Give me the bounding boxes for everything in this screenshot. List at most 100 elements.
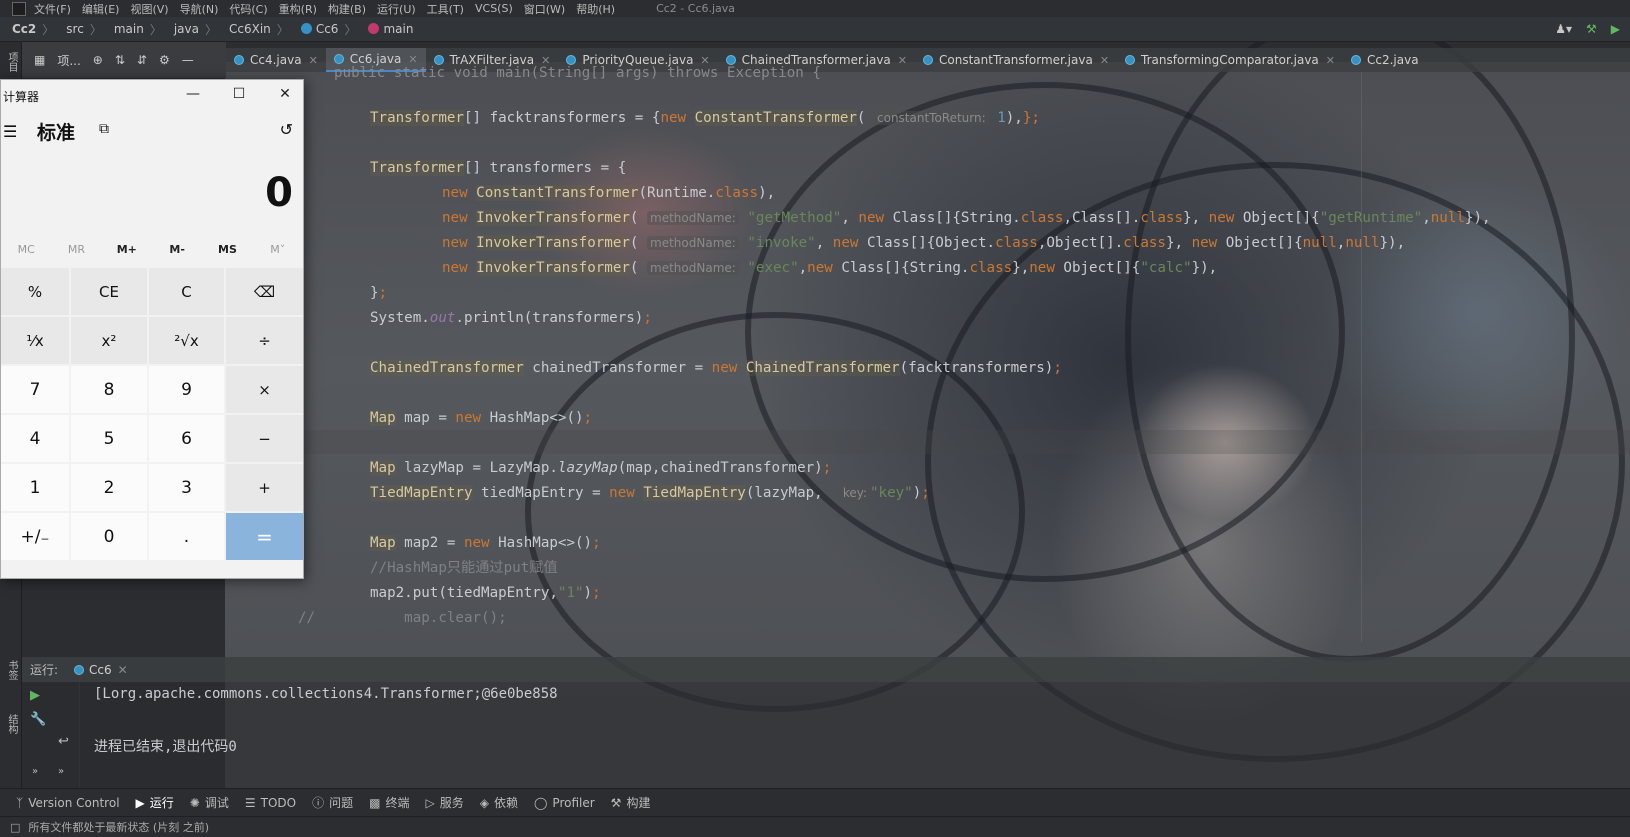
- menu-navigate[interactable]: 导航(N): [180, 1, 219, 17]
- build-tool-tab[interactable]: ⚒ 构建: [611, 794, 651, 811]
- decimal-button[interactable]: .: [149, 513, 224, 560]
- project-panel-label[interactable]: 项...: [57, 52, 80, 69]
- reciprocal-button[interactable]: ¹⁄x: [1, 317, 69, 364]
- soft-wrap-icon[interactable]: ↩: [58, 734, 69, 749]
- debug-tool-tab[interactable]: ✺ 调试: [190, 794, 229, 811]
- memory-add-button[interactable]: M+: [102, 243, 152, 256]
- clear-entry-button[interactable]: CE: [71, 268, 147, 315]
- run-tool-tab[interactable]: ▶ 运行: [136, 794, 174, 811]
- breadcrumb-method[interactable]: main: [368, 22, 413, 36]
- code-editor[interactable]: public static void main(String[] args) t…: [226, 65, 1630, 657]
- calculator-display: 0: [265, 170, 293, 216]
- digit-3-button[interactable]: 3: [149, 464, 224, 511]
- hammer-build-icon[interactable]: ⚒: [1586, 22, 1597, 36]
- profiler-tool-tab[interactable]: ◯ Profiler: [534, 796, 595, 810]
- breadcrumb-src[interactable]: src: [66, 22, 84, 36]
- digit-5-button[interactable]: 5: [71, 415, 147, 462]
- code-line-facktransformers: Transformer[] facktransformers = {new Co…: [370, 110, 1040, 126]
- memory-store-button[interactable]: MS: [202, 243, 252, 256]
- breadcrumb-java[interactable]: java: [174, 22, 199, 36]
- rerun-icon[interactable]: ▶: [30, 688, 40, 703]
- expand-all-icon[interactable]: ⇅: [115, 53, 125, 67]
- digit-7-button[interactable]: 7: [1, 366, 69, 413]
- user-icon[interactable]: ♟▾: [1555, 22, 1572, 36]
- menu-vcs[interactable]: VCS(S): [475, 2, 513, 15]
- run-config-icon[interactable]: ▶: [1611, 22, 1620, 36]
- tab-constanttransformer[interactable]: ConstantTransformer.java ✕: [915, 48, 1117, 72]
- problems-tool-tab[interactable]: ⓘ 问题: [312, 794, 353, 811]
- memory-subtract-button[interactable]: M-: [152, 243, 202, 256]
- square-button[interactable]: x²: [71, 317, 147, 364]
- bookmarks-tool-tab[interactable]: 书签: [4, 660, 19, 680]
- expand-icon[interactable]: »: [58, 766, 64, 777]
- subtract-button[interactable]: −: [226, 415, 303, 462]
- hide-icon[interactable]: —: [182, 53, 194, 67]
- digit-4-button[interactable]: 4: [1, 415, 69, 462]
- close-icon[interactable]: ✕: [275, 86, 295, 102]
- backspace-button[interactable]: ⌫: [226, 268, 303, 315]
- navbar-right-tools: ♟▾ ⚒ ▶: [1555, 22, 1620, 36]
- menu-icon[interactable]: ☰: [3, 122, 17, 141]
- menu-help[interactable]: 帮助(H): [576, 1, 615, 17]
- calculator-titlebar[interactable]: 计算器 — ☐ ✕: [1, 80, 303, 112]
- menu-run[interactable]: 运行(U): [377, 1, 416, 17]
- close-icon[interactable]: ✕: [1100, 54, 1109, 67]
- run-output-panel: ▶ 🔧 ↩ » » [Lorg.apache.commons.collectio…: [22, 682, 1630, 788]
- add-button[interactable]: +: [226, 464, 303, 511]
- project-tool-tab[interactable]: 项目: [4, 52, 19, 72]
- structure-tool-tab[interactable]: 结构: [4, 714, 19, 734]
- code-line-invoker-invoke: new InvokerTransformer( methodName: "inv…: [442, 235, 1406, 251]
- digit-8-button[interactable]: 8: [71, 366, 147, 413]
- services-tool-tab[interactable]: ▷ 服务: [425, 794, 463, 811]
- digit-2-button[interactable]: 2: [71, 464, 147, 511]
- minimize-icon[interactable]: —: [183, 86, 203, 102]
- todo-tool-tab[interactable]: ☰ TODO: [245, 796, 296, 810]
- menu-file[interactable]: 文件(F): [34, 1, 71, 17]
- run-tab-cc6[interactable]: Cc6 ✕: [68, 663, 134, 677]
- version-control-tab[interactable]: ᛉ Version Control: [16, 796, 120, 810]
- close-icon[interactable]: ✕: [898, 54, 907, 67]
- digit-1-button[interactable]: 1: [1, 464, 69, 511]
- menu-tools[interactable]: 工具(T): [427, 1, 464, 17]
- close-icon[interactable]: ✕: [1326, 54, 1335, 67]
- equals-button[interactable]: =: [226, 513, 303, 560]
- clear-button[interactable]: C: [149, 268, 224, 315]
- menu-edit[interactable]: 编辑(E): [82, 1, 120, 17]
- menu-build[interactable]: 构建(B): [328, 1, 366, 17]
- tab-cc2[interactable]: Cc2.java: [1343, 48, 1427, 72]
- menu-code[interactable]: 代码(C): [229, 1, 267, 17]
- status-square-icon[interactable]: □: [10, 821, 20, 834]
- tab-transformingcomparator[interactable]: TransformingComparator.java ✕: [1117, 48, 1343, 72]
- breadcrumb-class[interactable]: Cc6: [300, 22, 338, 36]
- close-icon[interactable]: ✕: [309, 54, 318, 67]
- wrench-icon[interactable]: 🔧: [30, 712, 46, 727]
- divide-button[interactable]: ÷: [226, 317, 303, 364]
- keep-on-top-icon[interactable]: ⧉: [99, 121, 109, 137]
- digit-6-button[interactable]: 6: [149, 415, 224, 462]
- digit-9-button[interactable]: 9: [149, 366, 224, 413]
- collapse-all-icon[interactable]: ⇵: [137, 53, 147, 67]
- expand-icon[interactable]: »: [32, 766, 38, 777]
- menu-window[interactable]: 窗口(W): [524, 1, 565, 17]
- percent-button[interactable]: %: [1, 268, 69, 315]
- dependencies-tool-tab[interactable]: ◈ 依赖: [480, 794, 518, 811]
- run-tools: ▶ 🔧 ↩ » »: [22, 682, 80, 788]
- breadcrumb-project[interactable]: Cc2: [12, 22, 36, 36]
- calculator-window[interactable]: 计算器 — ☐ ✕ ☰ 标准 ⧉ ↺ 0 MC MR M+ M- MS M˅ %…: [0, 79, 304, 579]
- terminal-tool-tab[interactable]: ▩ 终端: [369, 794, 409, 811]
- breadcrumb-package[interactable]: Cc6Xin: [229, 22, 271, 36]
- menu-view[interactable]: 视图(V): [130, 1, 168, 17]
- close-icon[interactable]: ✕: [118, 663, 128, 677]
- sqrt-button[interactable]: ²√x: [149, 317, 224, 364]
- maximize-icon[interactable]: ☐: [229, 86, 249, 102]
- digit-0-button[interactable]: 0: [71, 513, 147, 560]
- multiply-button[interactable]: ×: [226, 366, 303, 413]
- locate-icon[interactable]: ⊕: [93, 53, 103, 67]
- tab-cc4[interactable]: Cc4.java ✕: [226, 48, 326, 72]
- breadcrumb-main[interactable]: main: [114, 22, 144, 36]
- history-icon[interactable]: ↺: [280, 120, 293, 139]
- tool-tab-label: Profiler: [552, 795, 595, 810]
- gear-icon[interactable]: ⚙: [159, 53, 170, 67]
- menu-refactor[interactable]: 重构(R): [279, 1, 317, 17]
- negate-button[interactable]: +/₋: [1, 513, 69, 560]
